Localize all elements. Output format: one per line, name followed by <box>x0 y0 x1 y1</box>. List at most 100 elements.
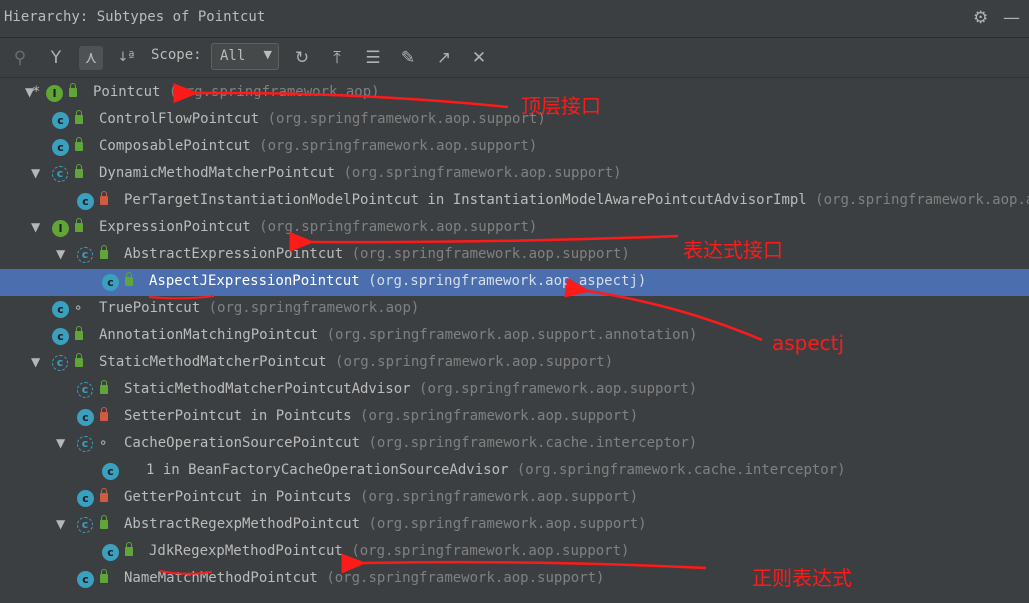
tree-item-label: AnnotationMatchingPointcut (org.springfr… <box>99 327 697 343</box>
tree-item-label: ComposablePointcut (org.springframework.… <box>99 138 537 154</box>
class-name: JdkRegexpMethodPointcut <box>149 543 343 559</box>
open-in-editor-icon[interactable]: ↗ <box>432 46 456 70</box>
public-access-icon <box>100 380 108 394</box>
class-name: AnnotationMatchingPointcut <box>99 327 319 343</box>
tree-row[interactable]: ▼ I ExpressionPointcut (org.springframewor… <box>0 215 1029 242</box>
interface-icon: I <box>52 220 69 237</box>
expand-all-icon[interactable]: ☰ <box>361 46 385 70</box>
public-access-icon <box>100 245 108 259</box>
class-icon: c <box>77 490 94 507</box>
title-bar: Hierarchy: Subtypes of Pointcut ⚙ — <box>0 0 1029 38</box>
class-name: 1 in BeanFactoryCacheOperationSourceAdvi… <box>146 462 509 478</box>
package-name: (org.springframework.aop.support) <box>351 543 630 559</box>
class-name: ComposablePointcut <box>99 138 251 154</box>
minimize-icon[interactable]: — <box>1003 8 1020 28</box>
private-lock-icon <box>100 407 108 421</box>
tree-row[interactable]: ▼ c ∘ CacheOperationSourcePointcut (org.spr… <box>0 431 1029 458</box>
tree-row[interactable]: ▼ c AbstractExpressionPointcut (org.spring… <box>0 242 1029 269</box>
public-access-icon <box>69 83 77 97</box>
tree-item-label: StaticMethodMatcherPointcutAdvisor (org.… <box>124 381 697 397</box>
scope-select[interactable]: All ▼ <box>211 43 279 70</box>
package-name: (org.springframework.aop.support) <box>368 516 647 532</box>
refresh-icon[interactable]: ↻ <box>290 46 314 70</box>
tree-item-label: Pointcut (org.springframework.aop) <box>93 84 380 100</box>
tree-row[interactable]: c AnnotationMatchingPointcut (org.springf… <box>0 323 1029 350</box>
tree-item-label: StaticMethodMatcherPointcut (org.springf… <box>99 354 613 370</box>
class-name: DynamicMethodMatcherPointcut <box>99 165 336 181</box>
package-name: (org.springframework.aop.support) <box>419 381 698 397</box>
tree-item-label: ExpressionPointcut (org.springframework.… <box>99 219 537 235</box>
class-icon: c <box>102 274 119 291</box>
class-hierarchy-icon[interactable]: ⋏ <box>79 46 103 70</box>
tree-row[interactable]: c JdkRegexpMethodPointcut (org.springfram… <box>0 539 1029 566</box>
expand-toggle-icon[interactable]: ▼ <box>31 220 40 234</box>
abstract-class-icon: c <box>77 517 93 533</box>
annotation-aspectj: aspectj <box>772 331 845 355</box>
star-marker-icon: * <box>32 84 41 100</box>
tree-item-label: 1 in BeanFactoryCacheOperationSourceAdvi… <box>146 462 846 478</box>
tree-row[interactable]: c GetterPointcut in Pointcuts (org.spring… <box>0 485 1029 512</box>
tree-row[interactable]: ▼ c StaticMethodMatcherPointcut (org.sprin… <box>0 350 1029 377</box>
scope-label: Scope: <box>151 47 202 63</box>
gear-icon[interactable]: ⚙ <box>973 8 988 28</box>
expand-toggle-icon[interactable]: ▼ <box>56 247 65 261</box>
public-access-icon <box>75 137 83 151</box>
tree-row[interactable]: c ControlFlowPointcut (org.springframewor… <box>0 107 1029 134</box>
tree-row[interactable]: c AspectJExpressionPointcut (org.springfr… <box>0 269 1029 296</box>
package-name: (org.springframework.cache.interceptor) <box>516 462 846 478</box>
scope-value: All <box>220 48 246 64</box>
class-icon: c <box>52 139 69 156</box>
tree-row[interactable]: ▼ c DynamicMethodMatcherPointcut (org.spri… <box>0 161 1029 188</box>
tree-row[interactable]: c NameMatchMethodPointcut (org.springfram… <box>0 566 1029 593</box>
public-access-icon <box>75 110 83 124</box>
tree-item-label: AbstractRegexpMethodPointcut (org.spring… <box>124 516 647 532</box>
tree-row[interactable]: c PerTargetInstantiationModelPointcut in … <box>0 188 1029 215</box>
class-name: TruePointcut <box>99 300 201 316</box>
tree-row[interactable]: ▼ c AbstractRegexpMethodPointcut (org.spri… <box>0 512 1029 539</box>
tree-item-label: JdkRegexpMethodPointcut (org.springframe… <box>149 543 629 559</box>
class-icon: c <box>77 571 94 588</box>
expand-toggle-icon[interactable]: ▼ <box>56 517 65 531</box>
tree-item-label: DynamicMethodMatcherPointcut (org.spring… <box>99 165 622 181</box>
public-access-icon <box>75 326 83 340</box>
class-name: AspectJExpressionPointcut <box>149 273 360 289</box>
package-name: (org.springframework.aop.support) <box>343 165 622 181</box>
class-icon: c <box>52 328 69 345</box>
private-lock-icon <box>100 488 108 502</box>
sort-alphabetically-icon[interactable]: ↓ª <box>114 46 138 70</box>
tree-row[interactable]: c ∘ TruePointcut (org.springframework.aop) <box>0 296 1029 323</box>
tree-item-label: SetterPointcut in Pointcuts (org.springf… <box>124 408 638 424</box>
tree-row[interactable]: c SetterPointcut in Pointcuts (org.spring… <box>0 404 1029 431</box>
expand-toggle-icon[interactable]: ▼ <box>56 436 65 450</box>
class-icon: c <box>77 409 94 426</box>
tree-item-label: GetterPointcut in Pointcuts (org.springf… <box>124 489 638 505</box>
class-name: Pointcut <box>93 84 161 100</box>
tree-item-label: PerTargetInstantiationModelPointcut in I… <box>124 192 1029 208</box>
tree-row[interactable]: c ComposablePointcut (org.springframework… <box>0 134 1029 161</box>
subtypes-hierarchy-icon[interactable]: ⚲ <box>8 46 32 70</box>
expand-toggle-icon[interactable]: ▼ <box>31 355 40 369</box>
tree-row[interactable]: c StaticMethodMatcherPointcutAdvisor (org… <box>0 377 1029 404</box>
class-icon: c <box>102 463 119 480</box>
class-name: ControlFlowPointcut <box>99 111 260 127</box>
package-name: (org.springframework.aop.support) <box>360 489 639 505</box>
tree-item-label: NameMatchMethodPointcut (org.springframe… <box>124 570 604 586</box>
pin-icon[interactable]: ✎ <box>396 46 420 70</box>
tree-row[interactable]: ▼ * I Pointcut (org.springframework.aop) <box>0 80 1029 107</box>
package-name: (org.springframework.cache.interceptor) <box>368 435 698 451</box>
public-access-icon <box>125 542 133 556</box>
package-name: (org.springframework.aop.support) <box>326 570 605 586</box>
close-icon[interactable]: ✕ <box>467 46 491 70</box>
class-icon: c <box>52 112 69 129</box>
annotation-expression-interface: 表达式接口 <box>683 238 783 262</box>
tree-item-label: TruePointcut (org.springframework.aop) <box>99 300 419 316</box>
export-icon[interactable]: ⤒ <box>325 46 349 70</box>
abstract-class-icon: c <box>52 355 68 371</box>
supertypes-hierarchy-icon[interactable]: Y <box>44 46 68 70</box>
interface-icon: I <box>46 85 63 102</box>
tree-item-label: CacheOperationSourcePointcut (org.spring… <box>124 435 697 451</box>
tree-row[interactable]: c 1 in BeanFactoryCacheOperationSourceAdv… <box>0 458 1029 485</box>
expand-toggle-icon[interactable]: ▼ <box>31 166 40 180</box>
package-access-icon: ∘ <box>99 435 108 451</box>
package-name: (org.springframework.aop.support) <box>259 138 538 154</box>
